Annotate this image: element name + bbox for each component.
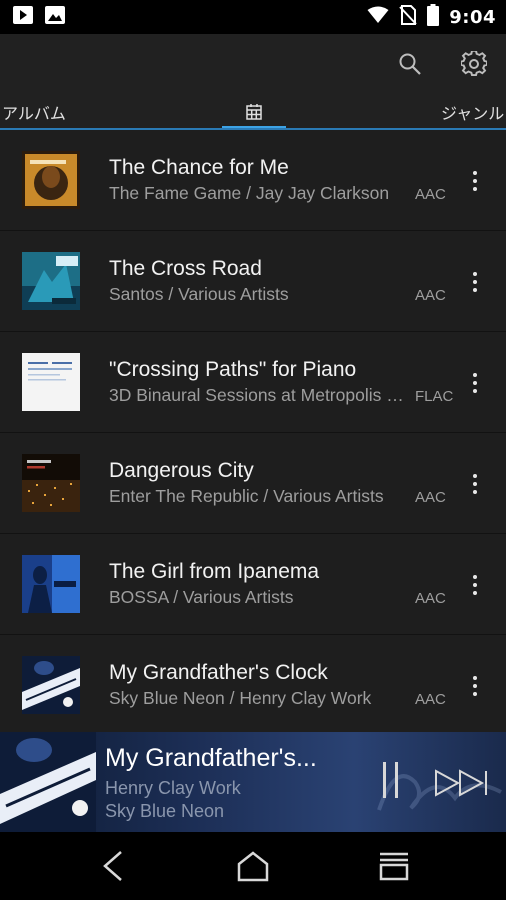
track-subtitle: Sky Blue Neon / Henry Clay Work xyxy=(109,688,372,708)
track-format-badge: AAC xyxy=(415,489,446,506)
album-art xyxy=(22,454,80,512)
track-row[interactable]: The Cross Road Santos / Various Artists … xyxy=(0,231,506,332)
more-options-button[interactable] xyxy=(462,671,488,701)
track-subtitle: Santos / Various Artists xyxy=(109,284,289,304)
settings-gear-icon xyxy=(461,51,487,76)
track-title: My Grandfather's Clock xyxy=(109,661,328,684)
track-row[interactable]: Dangerous City Enter The Republic / Vari… xyxy=(0,433,506,534)
app-bar: アルバム ジャンル xyxy=(0,34,506,130)
track-format-badge: AAC xyxy=(415,590,446,607)
track-format-badge: AAC xyxy=(415,287,446,304)
now-playing-album-art xyxy=(0,732,96,832)
track-title: The Cross Road xyxy=(109,257,262,280)
track-title: The Chance for Me xyxy=(109,156,289,179)
track-row[interactable]: My Grandfather's Clock Sky Blue Neon / H… xyxy=(0,635,506,732)
battery-icon xyxy=(427,3,440,31)
track-format-badge: AAC xyxy=(415,186,446,203)
recents-button[interactable] xyxy=(369,844,419,888)
calendar-grid-icon xyxy=(246,104,262,120)
album-art xyxy=(22,252,80,310)
now-playing-title: My Grandfather's... xyxy=(105,744,317,772)
album-art xyxy=(22,555,80,613)
track-subtitle: Enter The Republic / Various Artists xyxy=(109,486,384,506)
skip-next-icon xyxy=(435,769,487,797)
pause-button[interactable] xyxy=(374,762,406,802)
pause-icon xyxy=(382,762,386,798)
back-icon xyxy=(103,851,122,881)
more-options-button[interactable] xyxy=(462,166,488,196)
home-icon xyxy=(237,851,269,882)
track-subtitle: 3D Binaural Sessions at Metropolis Studi… xyxy=(109,385,409,405)
track-format-badge: FLAC xyxy=(415,388,454,405)
settings-button[interactable] xyxy=(442,34,506,94)
mini-player[interactable]: My Grandfather's... Henry Clay Work Sky … xyxy=(0,732,506,832)
skip-next-button[interactable] xyxy=(432,768,490,798)
track-title: Dangerous City xyxy=(109,459,254,482)
tab-calendar[interactable] xyxy=(222,94,286,130)
more-options-button[interactable] xyxy=(462,267,488,297)
system-navigation-bar xyxy=(0,832,506,900)
tab-albums[interactable]: アルバム xyxy=(2,100,66,124)
track-title: "Crossing Paths" for Piano xyxy=(109,358,357,381)
system-indicators: 9:04 xyxy=(367,3,496,31)
track-row[interactable]: The Girl from Ipanema BOSSA / Various Ar… xyxy=(0,534,506,635)
search-button[interactable] xyxy=(378,34,442,94)
now-playing-artist: Henry Clay Work xyxy=(105,778,241,798)
more-options-button[interactable] xyxy=(462,368,488,398)
wifi-icon xyxy=(367,6,389,29)
track-subtitle: BOSSA / Various Artists xyxy=(109,587,294,607)
play-notification-icon xyxy=(12,5,34,30)
tab-bar: アルバム ジャンル xyxy=(0,94,506,130)
track-subtitle: The Fame Game / Jay Jay Clarkson xyxy=(109,183,390,203)
back-button[interactable] xyxy=(88,844,138,888)
toolbar-actions xyxy=(378,34,506,94)
track-row[interactable]: The Chance for Me The Fame Game / Jay Ja… xyxy=(0,130,506,231)
home-button[interactable] xyxy=(228,844,278,888)
image-notification-icon xyxy=(44,5,66,30)
more-options-button[interactable] xyxy=(462,570,488,600)
track-format-badge: AAC xyxy=(415,691,446,708)
notification-icons xyxy=(12,5,66,30)
clock: 9:04 xyxy=(449,6,496,28)
status-bar: 9:04 xyxy=(0,0,506,34)
now-playing-album: Sky Blue Neon xyxy=(105,801,225,821)
album-art xyxy=(22,353,80,411)
no-sim-icon xyxy=(399,4,417,30)
album-art xyxy=(22,151,80,209)
recents-icon xyxy=(379,852,409,881)
more-options-button[interactable] xyxy=(462,469,488,499)
track-title: The Girl from Ipanema xyxy=(109,560,320,583)
track-list[interactable]: The Chance for Me The Fame Game / Jay Ja… xyxy=(0,130,506,732)
search-icon xyxy=(399,53,421,75)
track-row[interactable]: "Crossing Paths" for Piano 3D Binaural S… xyxy=(0,332,506,433)
album-art xyxy=(22,656,80,714)
tab-genres[interactable]: ジャンル xyxy=(441,100,504,124)
